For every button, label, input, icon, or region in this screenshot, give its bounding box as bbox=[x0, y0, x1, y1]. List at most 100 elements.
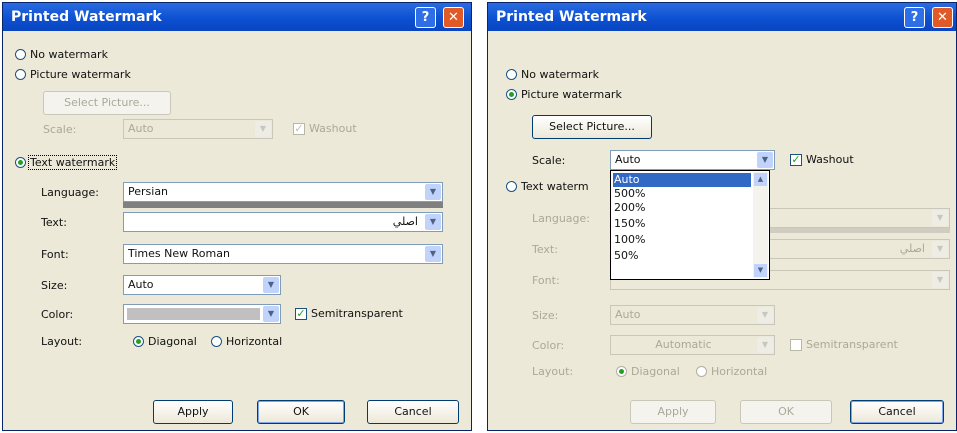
ok-button[interactable]: OK bbox=[740, 400, 832, 424]
cancel-button[interactable]: Cancel bbox=[367, 400, 459, 424]
printed-watermark-dialog-left: Printed Watermark ? ✕ No watermark Pictu… bbox=[2, 2, 472, 431]
diagonal-label[interactable]: Diagonal bbox=[148, 335, 197, 348]
dialog-title: Printed Watermark bbox=[11, 9, 162, 25]
chevron-down-icon[interactable]: ▼ bbox=[932, 272, 948, 288]
chevron-down-icon[interactable]: ▼ bbox=[757, 152, 773, 168]
language-label: Language: bbox=[41, 186, 99, 199]
washout-label[interactable]: Washout bbox=[309, 122, 357, 135]
picture-watermark-label[interactable]: Picture watermark bbox=[521, 88, 622, 101]
color-combobox[interactable]: ▼ bbox=[123, 304, 281, 324]
scale-combobox[interactable]: Auto ▼ bbox=[610, 150, 775, 170]
ok-button[interactable]: OK bbox=[257, 400, 345, 424]
scrollbar[interactable]: ▲ ▼ bbox=[753, 172, 768, 278]
text-value: اصلي bbox=[392, 215, 418, 228]
scale-option[interactable]: Auto bbox=[613, 173, 751, 187]
text-label: Text: bbox=[532, 243, 558, 256]
cancel-button[interactable]: Cancel bbox=[850, 400, 944, 424]
apply-button[interactable]: Apply bbox=[153, 400, 233, 424]
chevron-down-icon[interactable]: ▼ bbox=[932, 210, 948, 226]
scale-value: Auto bbox=[128, 122, 154, 135]
chevron-down-icon[interactable]: ▼ bbox=[932, 241, 948, 257]
semitransparent-label[interactable]: Semitransparent bbox=[311, 307, 403, 320]
scroll-up-icon[interactable]: ▲ bbox=[754, 173, 767, 186]
question-icon: ? bbox=[910, 10, 919, 25]
size-label: Size: bbox=[532, 309, 559, 322]
chevron-down-icon[interactable]: ▼ bbox=[757, 307, 773, 323]
scale-label: Scale: bbox=[43, 123, 77, 136]
text-watermark-label[interactable]: Text watermark bbox=[28, 155, 118, 170]
scale-option[interactable]: 100% bbox=[613, 233, 645, 247]
horizontal-label[interactable]: Horizontal bbox=[711, 365, 767, 378]
horizontal-radio[interactable] bbox=[211, 336, 222, 347]
diagonal-label[interactable]: Diagonal bbox=[631, 365, 680, 378]
size-combobox[interactable]: Auto ▼ bbox=[610, 305, 775, 325]
washout-label[interactable]: Washout bbox=[806, 153, 854, 166]
size-combobox[interactable]: Auto ▼ bbox=[123, 275, 281, 295]
chevron-down-icon[interactable]: ▼ bbox=[263, 277, 279, 293]
semitransparent-checkbox[interactable]: ✓ bbox=[295, 308, 307, 320]
chevron-down-icon[interactable]: ▼ bbox=[263, 306, 279, 322]
font-label: Font: bbox=[41, 248, 69, 261]
diagonal-radio[interactable] bbox=[616, 366, 627, 377]
layout-label: Layout: bbox=[41, 335, 83, 348]
layout-label: Layout: bbox=[532, 365, 574, 378]
scale-dropdown-list[interactable]: Auto 500% 200% 150% 100% 50% ▲ ▼ bbox=[610, 170, 770, 280]
scale-option[interactable]: 50% bbox=[613, 249, 638, 263]
text-watermark-label[interactable]: Text waterm bbox=[521, 180, 589, 193]
semitransparent-label[interactable]: Semitransparent bbox=[806, 338, 898, 351]
picture-watermark-label[interactable]: Picture watermark bbox=[30, 68, 131, 81]
washout-checkbox[interactable]: ✓ bbox=[293, 123, 305, 135]
no-watermark-label[interactable]: No watermark bbox=[521, 68, 599, 81]
title-bar[interactable]: Printed Watermark ? ✕ bbox=[488, 3, 956, 31]
text-value: اصلي bbox=[899, 242, 925, 255]
close-icon: ✕ bbox=[937, 10, 948, 25]
no-watermark-radio[interactable] bbox=[506, 69, 517, 80]
color-label: Color: bbox=[532, 339, 565, 352]
no-watermark-radio[interactable] bbox=[15, 49, 26, 60]
scale-value: Auto bbox=[615, 153, 641, 166]
text-combobox[interactable]: اصلي ▼ bbox=[123, 212, 443, 232]
scale-option[interactable]: 200% bbox=[613, 201, 645, 215]
scale-combobox[interactable]: Auto ▼ bbox=[123, 119, 273, 139]
scale-label: Scale: bbox=[532, 154, 566, 167]
question-icon: ? bbox=[421, 10, 430, 25]
scroll-down-icon[interactable]: ▼ bbox=[754, 264, 767, 277]
scale-option[interactable]: 500% bbox=[613, 187, 645, 201]
scale-option[interactable]: 150% bbox=[613, 217, 645, 231]
diagonal-radio[interactable] bbox=[133, 336, 144, 347]
font-value: Times New Roman bbox=[128, 247, 230, 260]
chevron-down-icon[interactable]: ▼ bbox=[255, 121, 271, 137]
picture-watermark-radio[interactable] bbox=[15, 69, 26, 80]
color-combobox[interactable]: Automatic ▼ bbox=[610, 335, 775, 355]
chevron-down-icon[interactable]: ▼ bbox=[425, 214, 441, 230]
language-combobox[interactable]: Persian ▼ bbox=[123, 182, 443, 202]
semitransparent-checkbox[interactable] bbox=[790, 339, 802, 351]
text-watermark-radio[interactable] bbox=[15, 157, 26, 168]
washout-checkbox[interactable]: ✓ bbox=[790, 154, 802, 166]
size-value: Auto bbox=[615, 308, 641, 321]
no-watermark-label[interactable]: No watermark bbox=[30, 48, 108, 61]
font-combobox[interactable]: Times New Roman ▼ bbox=[123, 244, 443, 264]
close-button[interactable]: ✕ bbox=[443, 7, 464, 28]
size-label: Size: bbox=[41, 279, 68, 292]
select-picture-button[interactable]: Select Picture... bbox=[43, 91, 171, 115]
chevron-down-icon[interactable]: ▼ bbox=[425, 246, 441, 262]
close-button[interactable]: ✕ bbox=[932, 7, 953, 28]
close-icon: ✕ bbox=[448, 10, 459, 25]
horizontal-label[interactable]: Horizontal bbox=[226, 335, 282, 348]
title-bar[interactable]: Printed Watermark ? ✕ bbox=[3, 3, 471, 31]
size-value: Auto bbox=[128, 278, 154, 291]
text-watermark-radio[interactable] bbox=[506, 181, 517, 192]
color-swatch bbox=[127, 308, 260, 320]
dialog-title: Printed Watermark bbox=[496, 9, 647, 25]
picture-watermark-radio[interactable] bbox=[506, 89, 517, 100]
font-label: Font: bbox=[532, 274, 560, 287]
language-combobox-underline bbox=[123, 202, 443, 208]
select-picture-button[interactable]: Select Picture... bbox=[532, 115, 652, 139]
help-button[interactable]: ? bbox=[415, 7, 436, 28]
apply-button[interactable]: Apply bbox=[630, 400, 716, 424]
help-button[interactable]: ? bbox=[904, 7, 925, 28]
chevron-down-icon[interactable]: ▼ bbox=[425, 184, 441, 200]
chevron-down-icon[interactable]: ▼ bbox=[757, 337, 773, 353]
horizontal-radio[interactable] bbox=[696, 366, 707, 377]
